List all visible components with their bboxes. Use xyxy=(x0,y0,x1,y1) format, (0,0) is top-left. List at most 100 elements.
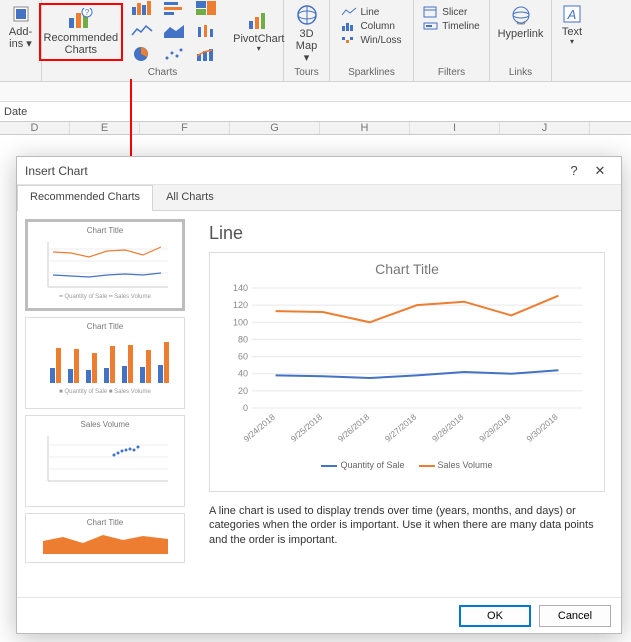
charts-group-label: Charts xyxy=(148,66,177,79)
timeline-label: Timeline xyxy=(442,21,479,32)
chart-hbar-icon[interactable] xyxy=(163,0,191,19)
svg-text:20: 20 xyxy=(238,386,248,396)
dialog-close-button[interactable]: ✕ xyxy=(587,163,613,179)
chart-description: A line chart is used to display trends o… xyxy=(209,504,605,547)
chart-area-icon[interactable] xyxy=(163,23,191,42)
dropdown-icon: ▾ xyxy=(257,45,261,54)
slicer-button[interactable]: Slicer xyxy=(423,6,479,18)
links-group-label: Links xyxy=(509,66,532,79)
col-I[interactable]: I xyxy=(410,122,500,134)
thumb-title: Chart Title xyxy=(87,322,123,331)
chart-treemap-icon[interactable] xyxy=(195,0,223,19)
timeline-icon xyxy=(423,20,439,32)
thumb-bar-chart[interactable]: Chart Title ■ Quantity of Sale ■ Sales V… xyxy=(25,317,185,409)
chart-stock-icon[interactable] xyxy=(195,23,223,42)
chart-title: Chart Title xyxy=(222,261,592,277)
sparkline-winloss-label: Win/Loss xyxy=(360,35,401,46)
text-button[interactable]: A Text ▾ xyxy=(560,2,584,49)
svg-text:9/28/2018: 9/28/2018 xyxy=(430,412,466,444)
dialog-help-button[interactable]: ? xyxy=(561,163,587,178)
chart-scatter-icon[interactable] xyxy=(163,46,191,65)
chart-bar-icon[interactable] xyxy=(131,0,159,19)
svg-text:9/30/2018: 9/30/2018 xyxy=(524,412,560,444)
dialog-footer: OK Cancel xyxy=(17,597,621,633)
chart-legend: Quantity of Sale Sales Volume xyxy=(222,460,592,470)
svg-text:140: 140 xyxy=(233,283,248,293)
thumb-line-chart[interactable]: Chart Title ━ Quantity of Sale ━ Sales V… xyxy=(25,219,185,311)
recommended-charts-icon: ? xyxy=(67,8,95,30)
recommended-charts-button[interactable]: ? Recommended Charts xyxy=(39,3,124,61)
svg-text:40: 40 xyxy=(238,369,248,379)
legend-volume: Sales Volume xyxy=(419,460,493,470)
cancel-button[interactable]: Cancel xyxy=(539,605,611,627)
sparkline-column-label: Column xyxy=(360,21,394,32)
col-J[interactable]: J xyxy=(500,122,590,134)
svg-text:A: A xyxy=(567,7,577,22)
slicer-label: Slicer xyxy=(442,7,467,18)
recommended-label1: Recommended xyxy=(44,32,119,44)
hyperlink-icon xyxy=(510,4,532,26)
svg-text:9/29/2018: 9/29/2018 xyxy=(477,412,513,444)
tab-all-charts[interactable]: All Charts xyxy=(153,185,227,210)
insert-chart-dialog: Insert Chart ? ✕ Recommended Charts All … xyxy=(16,156,622,634)
chart-thumbnails[interactable]: Chart Title ━ Quantity of Sale ━ Sales V… xyxy=(17,211,193,597)
sparklines-group-label: Sparklines xyxy=(348,66,395,79)
svg-text:60: 60 xyxy=(238,352,248,362)
sparkline-line-icon xyxy=(341,6,357,18)
hyperlink-button[interactable]: Hyperlink xyxy=(496,2,546,42)
slicer-icon xyxy=(423,6,439,18)
name-box-strip: Date xyxy=(0,102,631,122)
ok-button[interactable]: OK xyxy=(459,605,531,627)
recommended-label2: Charts xyxy=(65,44,97,56)
pivotchart-icon xyxy=(247,11,271,31)
col-G[interactable]: G xyxy=(230,122,320,134)
svg-text:9/26/2018: 9/26/2018 xyxy=(336,412,372,444)
chart-type-heading: Line xyxy=(209,223,605,244)
svg-text:100: 100 xyxy=(233,317,248,327)
addins-button[interactable]: Add- ins ▾ xyxy=(7,2,34,52)
thumb-scatter-chart[interactable]: Sales Volume xyxy=(25,415,185,507)
thumb-title: Chart Title xyxy=(87,226,123,235)
3d-map-button[interactable]: 3D Map ▾ xyxy=(290,2,323,66)
svg-text:120: 120 xyxy=(233,300,248,310)
3dmap-label2: Map ▾ xyxy=(292,40,321,64)
dialog-tabs: Recommended Charts All Charts xyxy=(17,185,621,211)
globe-icon xyxy=(296,4,318,26)
sparkline-column-button[interactable]: Column xyxy=(341,20,401,32)
legend-quantity: Quantity of Sale xyxy=(321,460,404,470)
thumb-title: Chart Title xyxy=(87,518,123,527)
svg-text:?: ? xyxy=(85,8,90,17)
thumb-area-chart[interactable]: Chart Title xyxy=(25,513,185,563)
sparkline-winloss-icon xyxy=(341,34,357,46)
column-headers: D E F G H I J xyxy=(0,122,631,135)
col-D[interactable]: D xyxy=(0,122,70,134)
col-F[interactable]: F xyxy=(140,122,230,134)
svg-text:0: 0 xyxy=(243,403,248,413)
svg-text:9/24/2018: 9/24/2018 xyxy=(241,412,277,444)
sparkline-line-label: Line xyxy=(360,7,379,18)
dialog-titlebar: Insert Chart ? ✕ xyxy=(17,157,621,185)
ribbon: Add- ins ▾ ? Recommended Charts xyxy=(0,0,631,82)
chart-preview-card[interactable]: Chart Title 0 20 40 60 80 100 120 140 9/24/2018 9… xyxy=(209,252,605,492)
addins-icon xyxy=(11,4,31,24)
sparkline-line-button[interactable]: Line xyxy=(341,6,401,18)
addins-label2: ins ▾ xyxy=(9,38,32,50)
3dmap-label1: 3D xyxy=(299,28,313,40)
pivotchart-label: PivotChart xyxy=(233,33,284,45)
addins-label1: Add- xyxy=(9,26,32,38)
svg-text:9/27/2018: 9/27/2018 xyxy=(383,412,419,444)
chart-line-icon[interactable] xyxy=(131,23,159,42)
svg-text:80: 80 xyxy=(238,334,248,344)
col-H[interactable]: H xyxy=(320,122,410,134)
chart-canvas: 0204060801001201409/24/20189/25/20189/26… xyxy=(222,283,592,453)
pivotchart-button[interactable]: PivotChart ▾ xyxy=(231,9,286,56)
chart-pie-icon[interactable] xyxy=(131,46,159,65)
chart-combo-icon[interactable] xyxy=(195,46,223,65)
dialog-title: Insert Chart xyxy=(25,164,88,178)
chart-type-gallery xyxy=(131,0,223,65)
tours-group-label: Tours xyxy=(294,66,318,79)
text-icon: A xyxy=(562,4,582,24)
timeline-button[interactable]: Timeline xyxy=(423,20,479,32)
sparkline-winloss-button[interactable]: Win/Loss xyxy=(341,34,401,46)
tab-recommended-charts[interactable]: Recommended Charts xyxy=(17,185,153,211)
